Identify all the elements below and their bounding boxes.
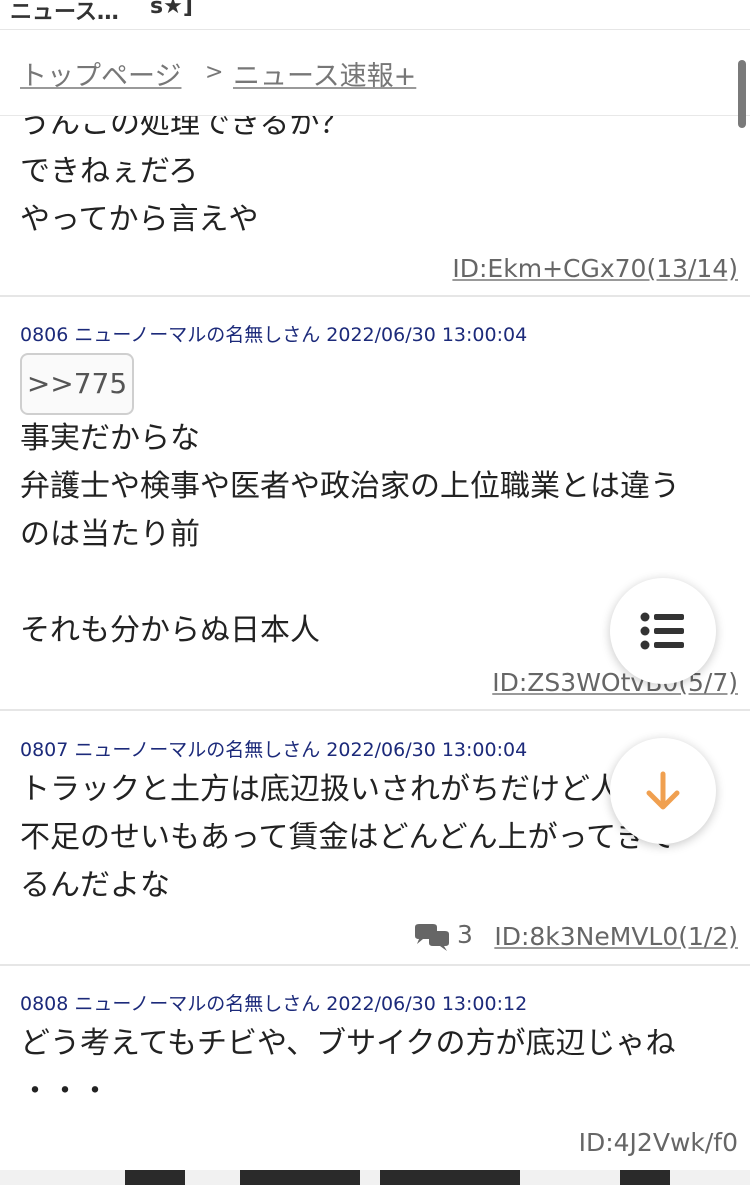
breadcrumb-home-link[interactable]: トップページ [20, 54, 181, 93]
top-bar: ニュース… s★] [0, 0, 750, 30]
breadcrumb-board-link[interactable]: ニュース速報+ [233, 54, 416, 93]
scroll-down-button[interactable] [610, 738, 716, 844]
breadcrumb-separator: > [205, 60, 224, 85]
page-title-suffix: s★] [150, 0, 193, 19]
post-id-0808: ID:4J2Vwk/f0 [578, 1128, 738, 1157]
reply-count-label: 3 [457, 920, 473, 949]
post-divider [0, 964, 750, 966]
post-line: 不足のせいもあって賃金はどんどん上がってきて [20, 820, 676, 855]
post-line: るんだよな [20, 868, 170, 903]
post-id-link-0806[interactable]: ID:ZS3WOtvB0(5/7) [492, 668, 738, 697]
post-line: のは当たり前 [20, 517, 200, 552]
scrollbar-thumb[interactable] [738, 60, 746, 128]
post-body-0808: どう考えてもチビや、ブサイクの方が底辺じゃね ・・・ [20, 1020, 676, 1116]
post-line: それも分からぬ日本人 [20, 613, 320, 648]
menu-button[interactable] [610, 578, 716, 684]
previous-post-body: うんこの処理できるか？ できねぇだろ やってから言えや [20, 100, 349, 244]
previous-post-id-link[interactable]: ID:Ekm+CGx70(13/14) [452, 254, 738, 283]
next-post-image-preview [0, 1170, 750, 1185]
post-body-0807: トラックと土方は底辺扱いされがちだけど人手 不足のせいもあって賃金はどんどん上が… [20, 766, 675, 910]
post-header-0808: 0808 ニューノーマルの名無しさん 2022/06/30 13:00:12 [20, 993, 528, 1015]
speech-bubbles-icon [415, 924, 449, 951]
arrow-down-icon [646, 771, 680, 810]
post-header-0807: 0807 ニューノーマルの名無しさん 2022/06/30 13:00:04 [20, 739, 528, 761]
reply-anchor-button[interactable]: >>775 [20, 353, 134, 415]
post-line: やってから言えや [20, 202, 259, 237]
post-line: ・・・ [20, 1074, 110, 1109]
page-title-truncated: ニュース… [10, 0, 119, 25]
post-line: どう考えてもチビや、ブサイクの方が底辺じゃね [20, 1026, 676, 1061]
post-line: トラックと土方は底辺扱いされがちだけど人手 [20, 772, 650, 807]
post-line: 弁護士や検事や医者や政治家の上位職業とは違う [20, 469, 680, 504]
post-divider [0, 709, 750, 711]
post-line: 事実だからな [20, 421, 200, 456]
breadcrumb: トップページ > ニュース速報+ [0, 30, 750, 116]
post-line: できねぇだろ [20, 154, 199, 189]
list-icon [640, 612, 684, 650]
post-line [20, 559, 680, 607]
post-divider [0, 295, 750, 297]
post-id-link-0807[interactable]: ID:8k3NeMVL0(1/2) [494, 922, 738, 951]
post-body-0806: 事実だからな 弁護士や検事や医者や政治家の上位職業とは違う のは当たり前 それも… [20, 415, 680, 655]
post-header-0806: 0806 ニューノーマルの名無しさん 2022/06/30 13:00:04 [20, 324, 528, 346]
